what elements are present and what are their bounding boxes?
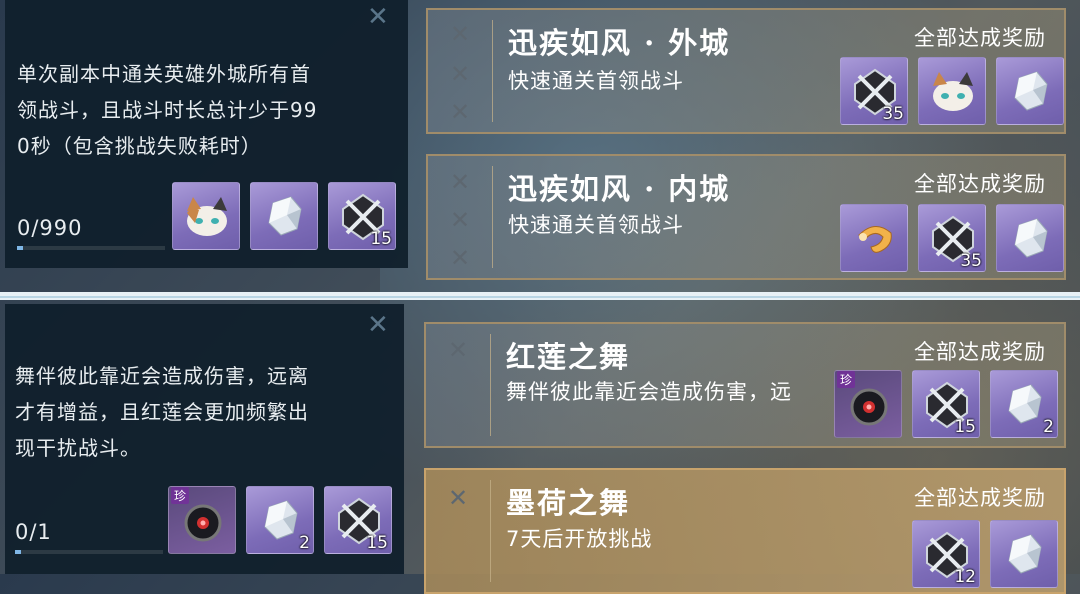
reward-crystal[interactable]: [996, 57, 1064, 125]
reward-count: 15: [370, 229, 392, 249]
crystal-icon: [1008, 534, 1042, 574]
card-divider: [492, 166, 493, 268]
reward-badge[interactable]: 12: [912, 520, 980, 588]
progress-bar: [17, 246, 165, 250]
challenge-description: 单次副本中通关英雄外城所有首 领战斗，且战斗时长总计少于99 0秒（包含挑战失败…: [17, 56, 402, 164]
reward-badge[interactable]: 15: [912, 370, 980, 438]
card-title: 墨荷之舞: [506, 486, 631, 520]
locked-mark-icon: ✕: [450, 98, 471, 126]
reward-crystal[interactable]: [990, 520, 1058, 588]
crystal-icon: [1014, 218, 1048, 258]
cat-mask-icon: [933, 72, 973, 111]
reward-crystal[interactable]: [250, 182, 318, 250]
challenge-detail-panel-top: ✕ 单次副本中通关英雄外城所有首 领战斗，且战斗时长总计少于99 0秒（包含挑战…: [5, 0, 408, 268]
reward-count: 35: [960, 251, 982, 271]
progress-text: 0/1: [15, 520, 52, 544]
section-divider-line: [0, 296, 1080, 298]
challenge-card-inner-city[interactable]: ✕ ✕ ✕ 迅疾如风 · 内城 快速通关首领战斗 全部达成奖励 35: [426, 154, 1066, 280]
all-complete-reward-label: 全部达成奖励: [914, 486, 1046, 510]
locked-mark-icon: ✕: [450, 206, 471, 234]
reward-badge[interactable]: 15: [324, 486, 392, 554]
progress-text: 0/990: [17, 216, 83, 240]
reward-count: 15: [366, 533, 388, 553]
reward-cat-mask[interactable]: [918, 57, 986, 125]
reward-crystal[interactable]: 2: [990, 370, 1058, 438]
progress-bar: [15, 550, 163, 554]
challenge-card-outer-city[interactable]: ✕ ✕ ✕ 迅疾如风 · 外城 快速通关首领战斗 全部达成奖励 35: [426, 8, 1066, 134]
card-divider: [490, 334, 491, 436]
challenge-description: 舞伴彼此靠近会造成伤害，远离 才有增益，且红莲会更加频繁出 现干扰战斗。: [15, 358, 400, 466]
rarity-tag: 珍: [171, 487, 190, 504]
progress-fill: [15, 550, 21, 554]
locked-mark-icon: ✕: [448, 336, 469, 364]
all-complete-reward-label: 全部达成奖励: [914, 340, 1046, 364]
description-line: 才有增益，且红莲会更加频繁出: [15, 400, 309, 424]
card-subtitle: 快速通关首领战斗: [508, 213, 684, 237]
description-line: 0秒（包含挑战失败耗时）: [17, 134, 262, 158]
crossed-swords-mark-icon: ✕: [367, 2, 389, 32]
reward-count: 35: [882, 104, 904, 124]
progress-fill: [17, 246, 23, 250]
locked-mark-icon: ✕: [450, 244, 471, 272]
crystal-icon: [1014, 71, 1048, 111]
locked-mark-icon: ✕: [450, 60, 471, 88]
reward-crystal[interactable]: [996, 204, 1064, 272]
reward-crystal[interactable]: 2: [246, 486, 314, 554]
locked-mark-icon: ✕: [450, 20, 471, 48]
crystal-icon: [268, 196, 302, 236]
reward-badge[interactable]: 35: [840, 57, 908, 125]
challenge-detail-panel-bottom: ✕ 舞伴彼此靠近会造成伤害，远离 才有增益，且红莲会更加频繁出 现干扰战斗。 0…: [5, 304, 404, 574]
card-subtitle: 舞伴彼此靠近会造成伤害，远: [506, 380, 792, 404]
reward-dark-orb[interactable]: 珍: [168, 486, 236, 554]
challenge-card-red-lotus[interactable]: ✕ 红莲之舞 舞伴彼此靠近会造成伤害，远 全部达成奖励 珍 15 2: [424, 322, 1066, 448]
description-line: 现干扰战斗。: [15, 436, 141, 460]
reward-fox-scarf[interactable]: [840, 204, 908, 272]
all-complete-reward-label: 全部达成奖励: [914, 172, 1046, 196]
reward-badge[interactable]: 15: [328, 182, 396, 250]
description-line: 领战斗，且战斗时长总计少于99: [17, 98, 318, 122]
card-divider: [492, 20, 493, 122]
description-line: 单次副本中通关英雄外城所有首: [17, 62, 311, 86]
cat-mask-icon: [187, 197, 227, 236]
card-subtitle: 7天后开放挑战: [506, 527, 653, 551]
all-complete-reward-label: 全部达成奖励: [914, 26, 1046, 50]
card-title: 迅疾如风 · 内城: [508, 172, 731, 206]
crossed-swords-mark-icon: ✕: [367, 310, 389, 340]
description-line: 舞伴彼此靠近会造成伤害，远离: [15, 364, 309, 388]
card-divider: [490, 480, 491, 582]
card-title: 红莲之舞: [506, 340, 631, 374]
challenge-card-ink-lotus[interactable]: ✕ 墨荷之舞 7天后开放挑战 全部达成奖励 12: [424, 468, 1066, 594]
card-title: 迅疾如风 · 外城: [508, 26, 731, 60]
fox-scarf-icon: [858, 226, 892, 253]
reward-count: 12: [954, 567, 976, 587]
reward-count: 2: [299, 533, 310, 553]
locked-mark-icon: ✕: [448, 484, 469, 512]
reward-count: 15: [954, 417, 976, 437]
locked-mark-icon: ✕: [450, 168, 471, 196]
reward-dark-orb[interactable]: 珍: [834, 370, 902, 438]
reward-badge[interactable]: 35: [918, 204, 986, 272]
reward-count: 2: [1043, 417, 1054, 437]
card-subtitle: 快速通关首领战斗: [508, 69, 684, 93]
reward-cat-mask[interactable]: [172, 182, 240, 250]
rarity-tag: 珍: [837, 371, 856, 388]
